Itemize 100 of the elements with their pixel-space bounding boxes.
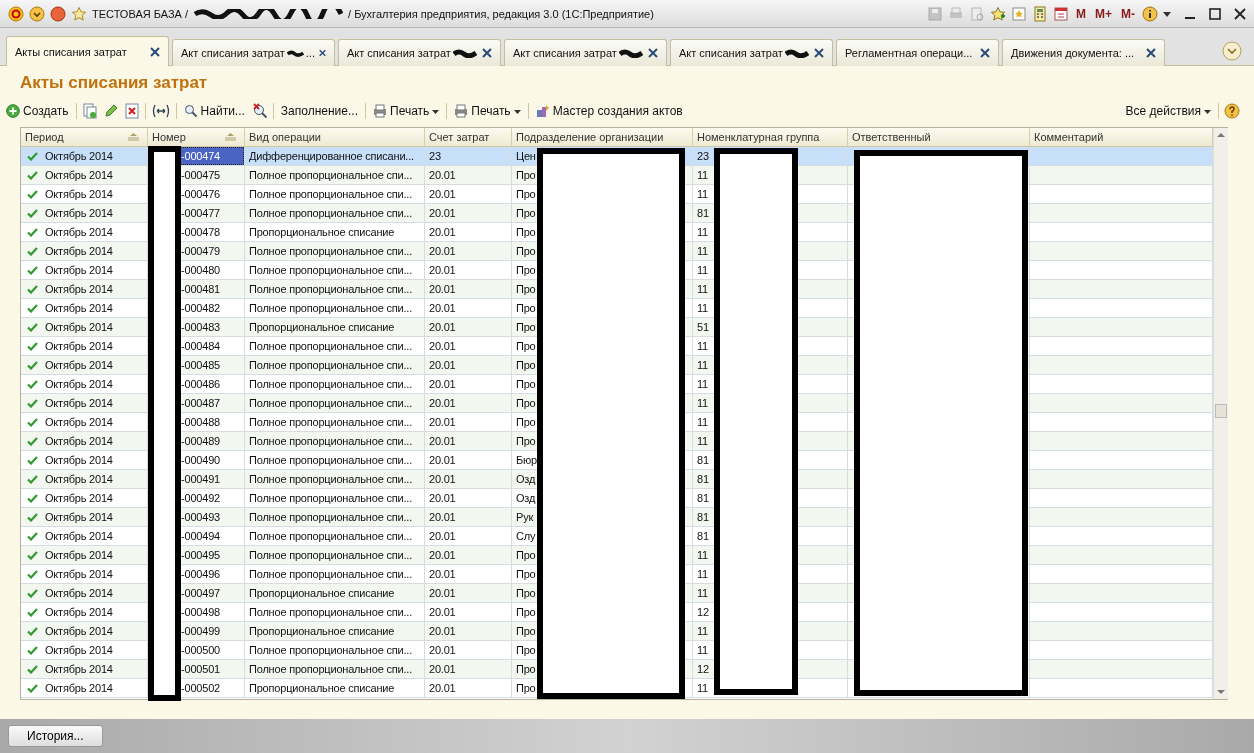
column-header[interactable]: Вид операции xyxy=(245,128,425,146)
tab[interactable]: Акт списания затрат xyxy=(338,39,501,66)
table-cell: Полное пропорциональное спи... xyxy=(245,565,425,583)
table-cell-text: -000485 xyxy=(180,358,221,373)
calculator-icon[interactable] xyxy=(1032,5,1048,22)
caret-icon[interactable] xyxy=(1163,9,1171,18)
table-cell: 20.01 xyxy=(425,166,512,184)
table-cell-text: -000492 xyxy=(180,491,221,506)
caret-icon xyxy=(513,107,521,115)
table-cell-text: -000488 xyxy=(180,415,221,430)
memory-button[interactable]: M- xyxy=(1119,6,1137,21)
close-icon[interactable] xyxy=(814,48,824,58)
memory-button[interactable]: M xyxy=(1074,6,1088,21)
memory-button[interactable]: M+ xyxy=(1093,6,1114,21)
stop-icon[interactable] xyxy=(50,5,66,22)
table-cell: 20.01 xyxy=(425,204,512,222)
toolbar-button[interactable]: Печать xyxy=(371,102,442,120)
tab-list-icon[interactable] xyxy=(1222,41,1242,61)
table-cell-text: -000481 xyxy=(180,282,221,297)
tab[interactable]: Движения документа: ... xyxy=(1002,39,1165,66)
table-cell-text: -000478 xyxy=(180,225,221,240)
table-cell-text: -000487 xyxy=(180,396,221,411)
column-header[interactable]: Период xyxy=(21,128,148,146)
table-cell: 20.01 xyxy=(425,660,512,678)
scrollbar[interactable] xyxy=(1213,128,1228,699)
toolbar-button[interactable]: Найти... xyxy=(181,102,247,120)
add-copy-icon[interactable] xyxy=(81,103,98,119)
table-cell: 20.01 xyxy=(425,603,512,621)
history-button[interactable]: История... xyxy=(8,725,103,747)
window-title: ТЕСТОВАЯ БАЗА / xyxy=(92,7,188,20)
table-cell: 20.01 xyxy=(425,679,512,697)
table-cell-text: -000494 xyxy=(180,529,221,544)
table-cell: Полное пропорциональное спи... xyxy=(245,299,425,317)
table-cell: Пропорциональное списание xyxy=(245,584,425,602)
scribble-drawing xyxy=(452,48,477,58)
table-cell-text: -000497 xyxy=(180,586,221,601)
table-cell: 20.01 xyxy=(425,641,512,659)
close-icon[interactable] xyxy=(1146,48,1156,58)
table-cell: 20.01 xyxy=(425,565,512,583)
close-icon[interactable] xyxy=(648,48,658,58)
table-cell: 23 xyxy=(425,147,512,165)
table-cell: Полное пропорциональное спи... xyxy=(245,337,425,355)
table-cell: Полное пропорциональное спи... xyxy=(245,166,425,184)
table-cell: Полное пропорциональное спи... xyxy=(245,204,425,222)
column-header[interactable]: Ответственный xyxy=(848,128,1030,146)
tab[interactable]: Акты списания затрат xyxy=(6,36,169,66)
table-cell-text: -000479 xyxy=(180,244,221,259)
table-cell-text: -000476 xyxy=(180,187,221,202)
scribble-drawing xyxy=(286,48,304,58)
close-icon[interactable] xyxy=(1234,7,1246,20)
table-cell-text: -000484 xyxy=(180,339,221,354)
tab[interactable]: Регламентная операци... xyxy=(836,39,999,66)
table-cell: 20.01 xyxy=(425,375,512,393)
close-icon[interactable] xyxy=(318,48,326,58)
table-cell: Полное пропорциональное спи... xyxy=(245,185,425,203)
table-cell-text: -000502 xyxy=(180,681,221,696)
table-cell-text: -000493 xyxy=(180,510,221,525)
scroll-thumb[interactable] xyxy=(1215,404,1227,418)
table-cell: Пропорциональное списание xyxy=(245,679,425,697)
column-header[interactable]: Подразделение организации xyxy=(512,128,693,146)
toolbar-button[interactable]: Мастер создания актов xyxy=(533,102,685,120)
star-icon[interactable] xyxy=(71,5,87,22)
star-add-icon[interactable] xyxy=(990,5,1006,22)
tab[interactable]: Акт списания затрат ... xyxy=(172,39,335,66)
delete-icon[interactable] xyxy=(123,103,140,119)
tab[interactable]: Акт списания затрат xyxy=(670,39,833,66)
toolbar-button[interactable]: Создать xyxy=(4,102,71,120)
info-icon[interactable] xyxy=(1142,5,1158,22)
table-cell: Полное пропорциональное спи... xyxy=(245,546,425,564)
help-icon[interactable] xyxy=(1224,103,1240,119)
pencil-icon[interactable] xyxy=(102,103,119,119)
close-icon[interactable] xyxy=(150,46,160,57)
all-actions-button[interactable]: Все действия xyxy=(1123,102,1213,120)
table-cell: Полное пропорциональное спи... xyxy=(245,394,425,412)
table-cell: Полное пропорциональное спи... xyxy=(245,489,425,507)
app-logo-icon[interactable] xyxy=(8,5,24,22)
table-cell: Полное пропорциональное спи... xyxy=(245,603,425,621)
table-cell: Пропорциональное списание xyxy=(245,223,425,241)
close-icon[interactable] xyxy=(980,48,990,58)
table-cell-text: -000498 xyxy=(180,605,221,620)
toolbar-button[interactable]: Печать xyxy=(452,102,523,120)
menu-icon[interactable] xyxy=(29,5,45,22)
caret-icon xyxy=(1204,107,1211,115)
tab[interactable]: Акт списания затрат xyxy=(504,39,667,66)
table-cell: 20.01 xyxy=(425,546,512,564)
printer-icon xyxy=(454,104,469,118)
column-header[interactable]: Номенклатурная группа xyxy=(693,128,848,146)
table-cell: 20.01 xyxy=(425,489,512,507)
table-cell: 20.01 xyxy=(425,394,512,412)
column-header[interactable]: Счет затрат xyxy=(425,128,512,146)
maximize-icon[interactable] xyxy=(1209,7,1221,20)
sort-icon xyxy=(128,133,139,141)
table-cell: 20.01 xyxy=(425,261,512,279)
close-icon[interactable] xyxy=(482,48,492,58)
table-cell: 20.01 xyxy=(425,413,512,431)
toolbar-button[interactable]: Заполнение... xyxy=(278,102,360,120)
interval-icon[interactable] xyxy=(150,103,171,119)
search-clear-icon[interactable] xyxy=(251,103,268,119)
calendar-icon[interactable] xyxy=(1053,5,1069,22)
table-cell: 20.01 xyxy=(425,584,512,602)
